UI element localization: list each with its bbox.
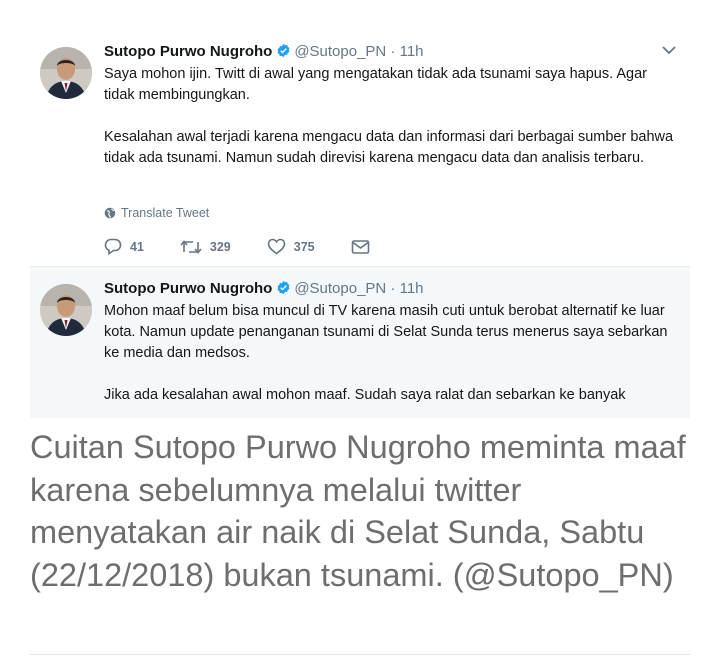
envelope-icon	[351, 239, 369, 254]
verified-icon	[277, 280, 290, 295]
retweet-icon	[180, 239, 202, 254]
reply-button[interactable]: 41	[104, 238, 144, 255]
author-name[interactable]: Sutopo Purwo Nugroho	[104, 280, 272, 297]
tweet-header: Sutopo Purwo Nugroho @Sutopo_PN · 11h	[104, 43, 424, 60]
separator-dot: ·	[390, 280, 396, 297]
tweet-text: Saya mohon ijin. Twitt di awal yang meng…	[104, 64, 679, 169]
verified-icon	[277, 43, 290, 58]
avatar[interactable]	[40, 47, 92, 99]
reply-icon	[104, 238, 122, 255]
tweet-time[interactable]: 11h	[400, 43, 424, 60]
globe-icon	[104, 207, 116, 219]
tweet-1[interactable]: Sutopo Purwo Nugroho @Sutopo_PN · 11h Say…	[30, 30, 690, 266]
author-handle[interactable]: @Sutopo_PN	[294, 280, 386, 297]
heart-icon	[267, 238, 286, 255]
tweet-actions: 41 329 375	[104, 238, 414, 255]
retweet-count: 329	[209, 239, 231, 254]
divider	[30, 654, 690, 655]
tweet-screenshot: Sutopo Purwo Nugroho @Sutopo_PN · 11h Say…	[30, 30, 690, 418]
tweet-header: Sutopo Purwo Nugroho @Sutopo_PN · 11h	[104, 280, 424, 297]
avatar[interactable]	[40, 284, 92, 336]
like-button[interactable]: 375	[267, 238, 315, 255]
tweet-time[interactable]: 11h	[400, 280, 424, 297]
chevron-down-icon[interactable]	[662, 44, 676, 56]
translate-tweet-link[interactable]: Translate Tweet	[104, 206, 209, 220]
like-count: 375	[293, 239, 315, 254]
tweet-paragraph: Jika ada kesalahan awal mohon maaf. Suda…	[104, 387, 626, 403]
reply-count: 41	[130, 239, 144, 254]
translate-label: Translate Tweet	[121, 206, 210, 220]
tweet-paragraph: Kesalahan awal terjadi karena mengacu da…	[104, 129, 674, 166]
tweet-2[interactable]: Sutopo Purwo Nugroho @Sutopo_PN · 11h Moh…	[30, 266, 690, 418]
author-handle[interactable]: @Sutopo_PN	[294, 43, 386, 60]
photo-caption: Cuitan Sutopo Purwo Nugroho meminta maaf…	[30, 429, 686, 593]
retweet-button[interactable]: 329	[180, 239, 231, 255]
tweet-paragraph: Saya mohon ijin. Twitt di awal yang meng…	[104, 66, 647, 103]
separator-dot: ·	[390, 43, 396, 60]
author-name[interactable]: Sutopo Purwo Nugroho	[104, 43, 272, 60]
tweet-paragraph: Mohon maaf belum bisa muncul di TV karen…	[104, 303, 668, 361]
direct-message-button[interactable]	[351, 239, 378, 255]
tweet-text: Mohon maaf belum bisa muncul di TV karen…	[104, 301, 679, 406]
